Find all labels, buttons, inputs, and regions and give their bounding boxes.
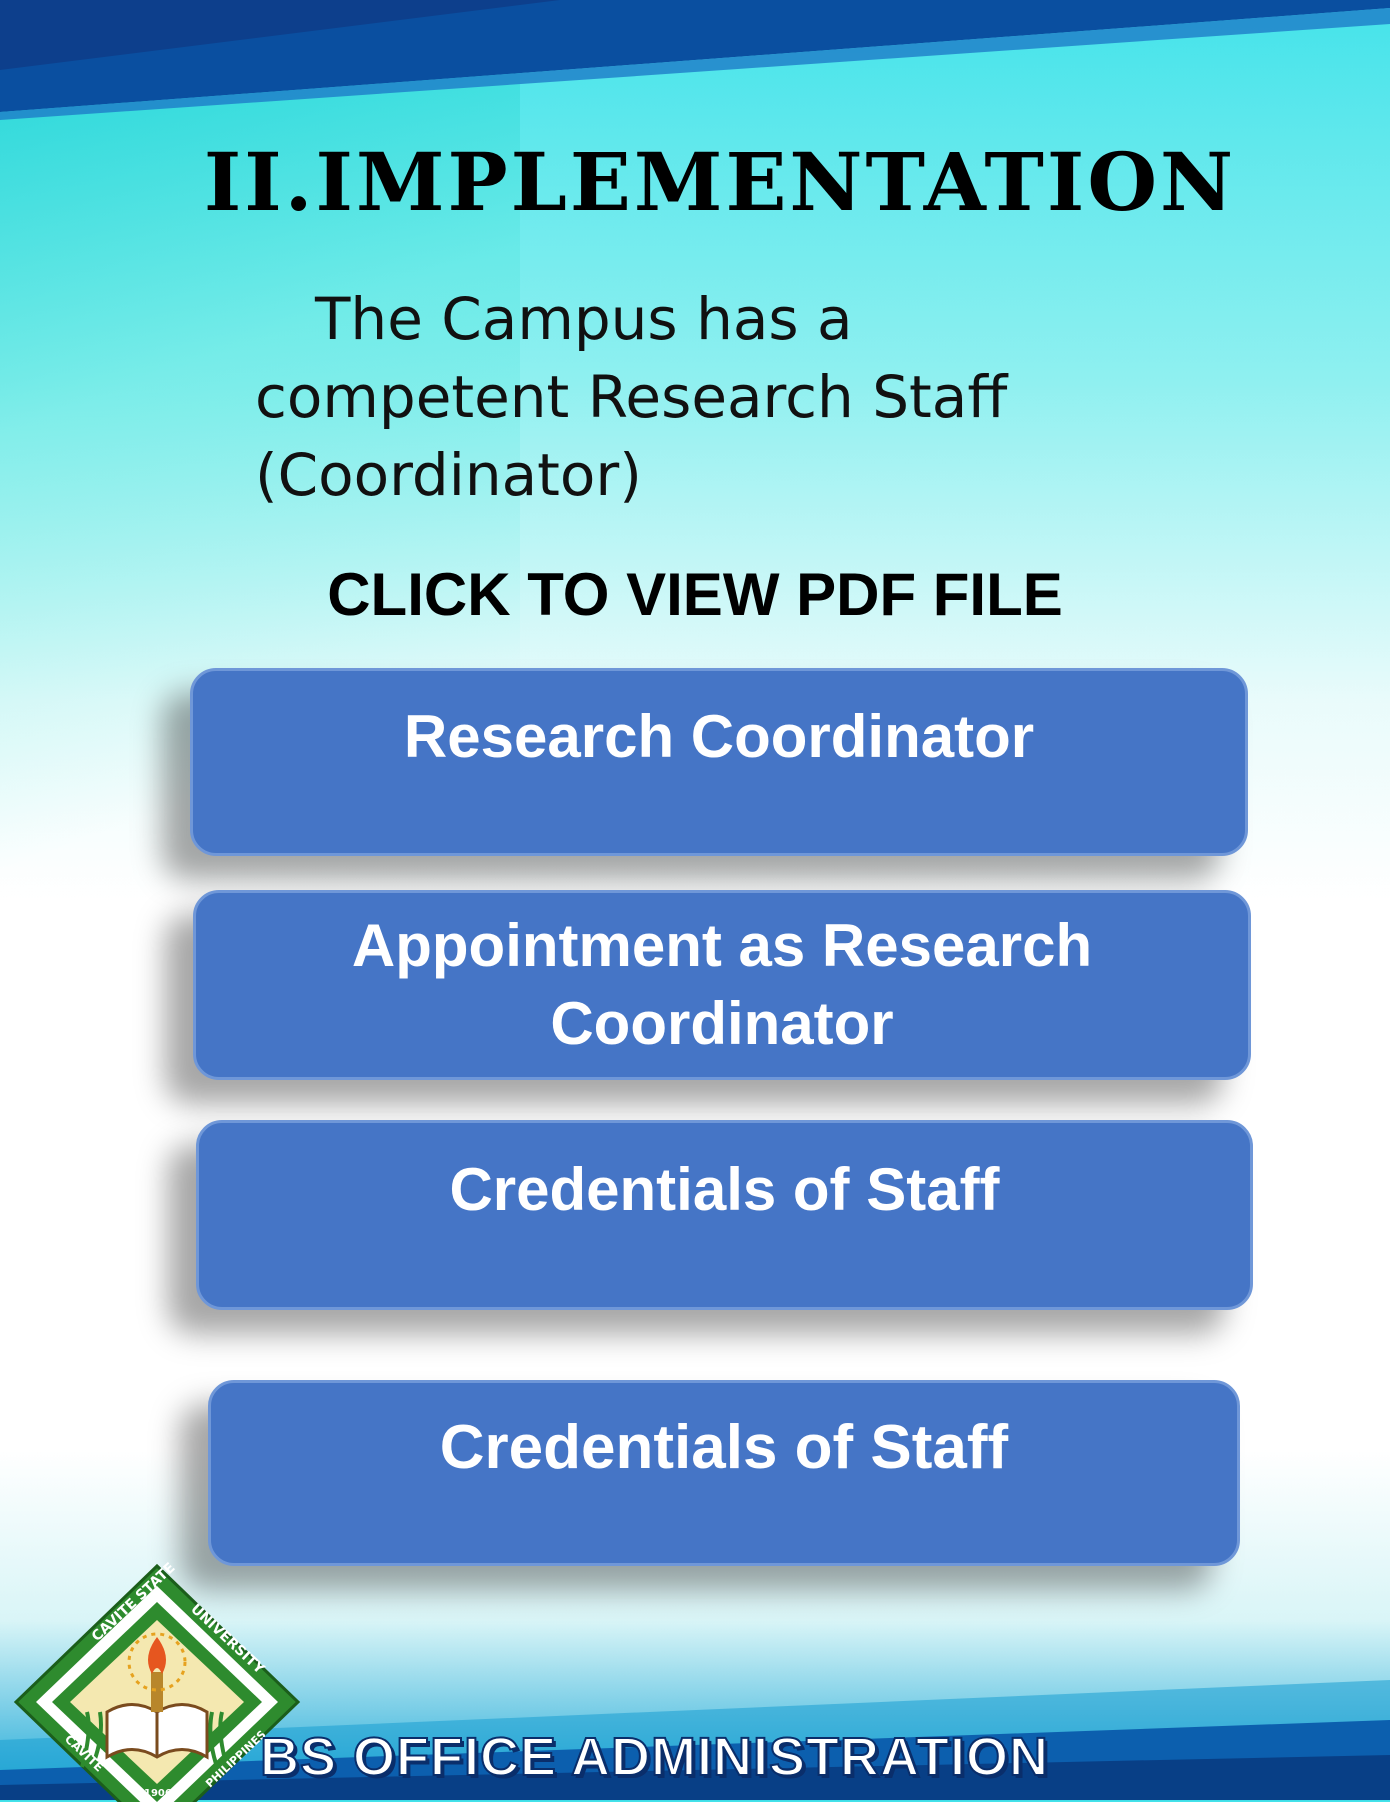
intro-line: competent Research Staff xyxy=(255,363,1008,431)
button-label: Appointment as Research Coordinator xyxy=(312,907,1132,1063)
button-label-line: Appointment as Research xyxy=(351,912,1093,979)
top-decorative-band xyxy=(0,0,1390,120)
click-to-view-heading: CLICK TO VIEW PDF FILE xyxy=(327,561,1063,628)
university-seal-logo: CAVITE STATE UNIVERSITY CAVITE PHILIPPIN… xyxy=(13,1562,301,1802)
credentials-of-staff-button-2[interactable]: Credentials of Staff xyxy=(208,1380,1240,1566)
footer-program-name: BS OFFICE ADMINISTRATION xyxy=(259,1726,1049,1788)
button-label: Credentials of Staff xyxy=(439,1413,1009,1482)
seal-year: 1906 xyxy=(144,1788,172,1799)
credentials-of-staff-button[interactable]: Credentials of Staff xyxy=(196,1120,1253,1310)
research-coordinator-button[interactable]: Research Coordinator xyxy=(190,668,1248,856)
button-label: Research Coordinator xyxy=(403,703,1035,770)
appointment-button[interactable]: Appointment as Research Coordinator xyxy=(193,890,1251,1080)
button-label-line: Coordinator xyxy=(550,990,894,1057)
page-title: II.IMPLEMENTATION xyxy=(203,135,1237,229)
button-label: Credentials of Staff xyxy=(449,1156,1000,1223)
intro-line: (Coordinator) xyxy=(255,441,642,509)
intro-line: The Campus has a xyxy=(315,285,853,353)
intro-text: The Campus has a competent Research Staf… xyxy=(255,280,1115,514)
